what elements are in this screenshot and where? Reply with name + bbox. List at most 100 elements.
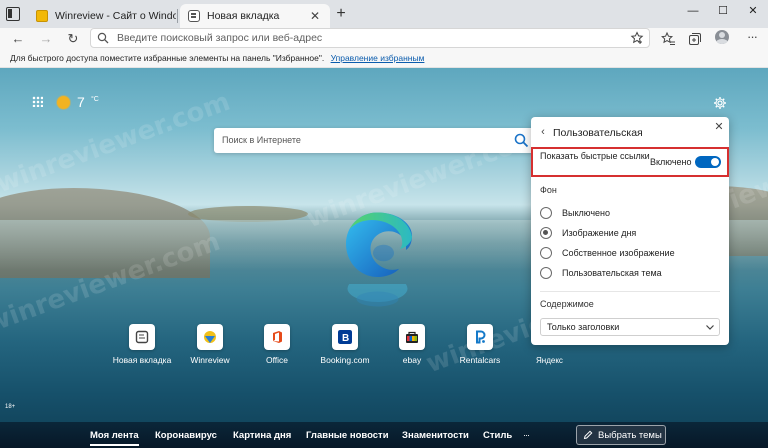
panel-close-icon[interactable]: ✕ [713, 121, 725, 133]
radio-label: Собственное изображение [562, 248, 675, 258]
tab-bar: Winreview - Сайт о Windows Новая вкладка… [0, 0, 768, 28]
quick-link-icon-box [129, 324, 155, 350]
quick-links-setting: Показать быстрые ссылки Включено [531, 147, 729, 177]
tab-new-tab[interactable]: Новая вкладка ✕ [180, 4, 330, 28]
background-option-image-of-day[interactable]: Изображение дня [540, 226, 636, 240]
radio-label: Пользовательская тема [562, 268, 662, 278]
news-feed-bar: Моя лента Коронавирус Картина дня Главны… [0, 422, 768, 448]
age-badge: 18+ [5, 404, 16, 410]
favorites-bar: Для быстрого доступа поместите избранные… [0, 50, 768, 68]
edit-pencil-icon [583, 430, 593, 440]
tab-winreview[interactable]: Winreview - Сайт о Windows [28, 4, 176, 28]
maximize-button[interactable]: ☐ [708, 0, 738, 22]
content-select[interactable]: Только заголовки [540, 318, 720, 336]
web-search-box[interactable]: Поиск в Интернете [214, 128, 544, 153]
add-favorite-icon[interactable] [630, 31, 644, 45]
more-options-icon[interactable]: ··· [744, 28, 760, 48]
quick-link-winreview[interactable]: Winreview [180, 324, 240, 365]
background-option-custom-theme[interactable]: Пользовательская тема [540, 266, 662, 280]
manage-favorites-link[interactable]: Управление избранным [331, 53, 425, 63]
quick-link-label: Booking.com [320, 355, 370, 365]
rentalcars-icon [476, 330, 486, 344]
quick-link-icon-box [197, 324, 223, 350]
web-search-icon[interactable] [514, 133, 529, 148]
profile-avatar[interactable] [715, 30, 729, 44]
quick-link-label: Rentalcars [459, 355, 501, 365]
new-tab-favicon-icon [188, 10, 200, 22]
quick-link-ebay[interactable]: ebay [382, 324, 442, 365]
quick-links-label: Показать быстрые ссылки [540, 151, 650, 161]
feed-tab-my-feed[interactable]: Моя лента [90, 430, 139, 446]
back-button[interactable]: ← [9, 31, 27, 47]
tab-actions-icon[interactable] [6, 7, 20, 21]
panel-title: Пользовательская [553, 127, 643, 139]
weather-temperature[interactable]: 7 [77, 94, 85, 110]
winreview-favicon-icon [36, 10, 48, 22]
favorites-icon[interactable] [660, 31, 676, 47]
office-icon [273, 331, 282, 343]
forward-button[interactable]: → [37, 31, 55, 47]
edge-logo [346, 212, 412, 277]
close-window-button[interactable]: ✕ [738, 0, 768, 22]
ebay-icon [406, 331, 418, 343]
content-section-label: Содержимое [540, 299, 594, 309]
web-search-placeholder: Поиск в Интернете [222, 135, 301, 145]
weather-unit: °C [91, 96, 99, 103]
quick-link-icon-box [399, 324, 425, 350]
new-tab-button[interactable]: + [334, 6, 348, 22]
winreview-icon [204, 331, 216, 343]
quick-link-label: Новая вкладка [112, 355, 172, 365]
address-bar[interactable]: Введите поисковый запрос или веб-адрес [90, 28, 650, 48]
content-select-value: Только заголовки [547, 322, 620, 332]
radio-button[interactable] [540, 267, 552, 279]
radio-button[interactable] [540, 247, 552, 259]
feed-tab-celebrities[interactable]: Знаменитости [402, 430, 469, 441]
choose-topics-label: Выбрать темы [598, 429, 662, 441]
quick-link-new-tab[interactable]: Новая вкладка [112, 324, 172, 365]
new-tab-page: winreviewer.com winreviewer.com winrevie… [0, 68, 768, 448]
minimize-button[interactable]: — [678, 0, 708, 22]
quick-link-icon-box: B [332, 324, 358, 350]
close-tab-icon[interactable]: ✕ [308, 9, 322, 23]
quick-link-label: Winreview [190, 355, 230, 365]
panel-divider [540, 291, 720, 292]
panel-back-icon[interactable]: ‹ [537, 126, 549, 140]
quick-link-icon-box [467, 324, 493, 350]
quick-link-label-yandex[interactable]: Яндекс [536, 356, 563, 365]
quick-link-label: ebay [402, 355, 422, 365]
chevron-down-icon [706, 325, 714, 330]
background-option-custom-image[interactable]: Собственное изображение [540, 246, 675, 260]
apps-launcher-icon[interactable] [32, 96, 43, 107]
collections-icon[interactable] [687, 31, 703, 47]
radio-button[interactable] [540, 207, 552, 219]
address-placeholder: Введите поисковый запрос или веб-адрес [117, 32, 323, 44]
feed-tab-picture-of-day[interactable]: Картина дня [233, 430, 291, 441]
quick-link-rentalcars[interactable]: Rentalcars [450, 324, 510, 365]
booking-icon: B [338, 330, 352, 344]
choose-topics-button[interactable]: Выбрать темы [576, 425, 666, 445]
quick-links-state: Включено [650, 157, 692, 167]
feed-tab-style[interactable]: Стиль [483, 430, 512, 441]
quick-link-icon-box [264, 324, 290, 350]
background-option-off[interactable]: Выключено [540, 206, 610, 220]
refresh-button[interactable]: ↻ [64, 31, 82, 47]
quick-link-booking[interactable]: B Booking.com [315, 324, 375, 365]
search-icon [97, 32, 109, 44]
feed-tab-coronavirus[interactable]: Коронавирус [155, 430, 217, 441]
feed-more-icon[interactable]: ··· [523, 430, 530, 440]
quick-link-label: Office [265, 355, 289, 365]
tab-separator [177, 9, 178, 23]
radio-button-selected[interactable] [540, 227, 552, 239]
toolbar: ← → ↻ Введите поисковый запрос или веб-а… [0, 28, 768, 50]
quick-link-office[interactable]: Office [247, 324, 307, 365]
svg-text:B: B [342, 333, 349, 344]
page-settings-gear-icon[interactable] [713, 96, 727, 110]
weather-sun-icon[interactable] [57, 96, 70, 109]
feed-tab-top-news[interactable]: Главные новости [306, 430, 389, 441]
quick-links-toggle[interactable] [695, 156, 721, 168]
new-tab-icon [135, 330, 149, 344]
customize-panel: ‹ Пользовательская ✕ Показать быстрые сс… [531, 117, 729, 345]
radio-label: Изображение дня [562, 228, 637, 238]
edge-logo-reflection [347, 284, 408, 307]
radio-label: Выключено [562, 208, 610, 218]
